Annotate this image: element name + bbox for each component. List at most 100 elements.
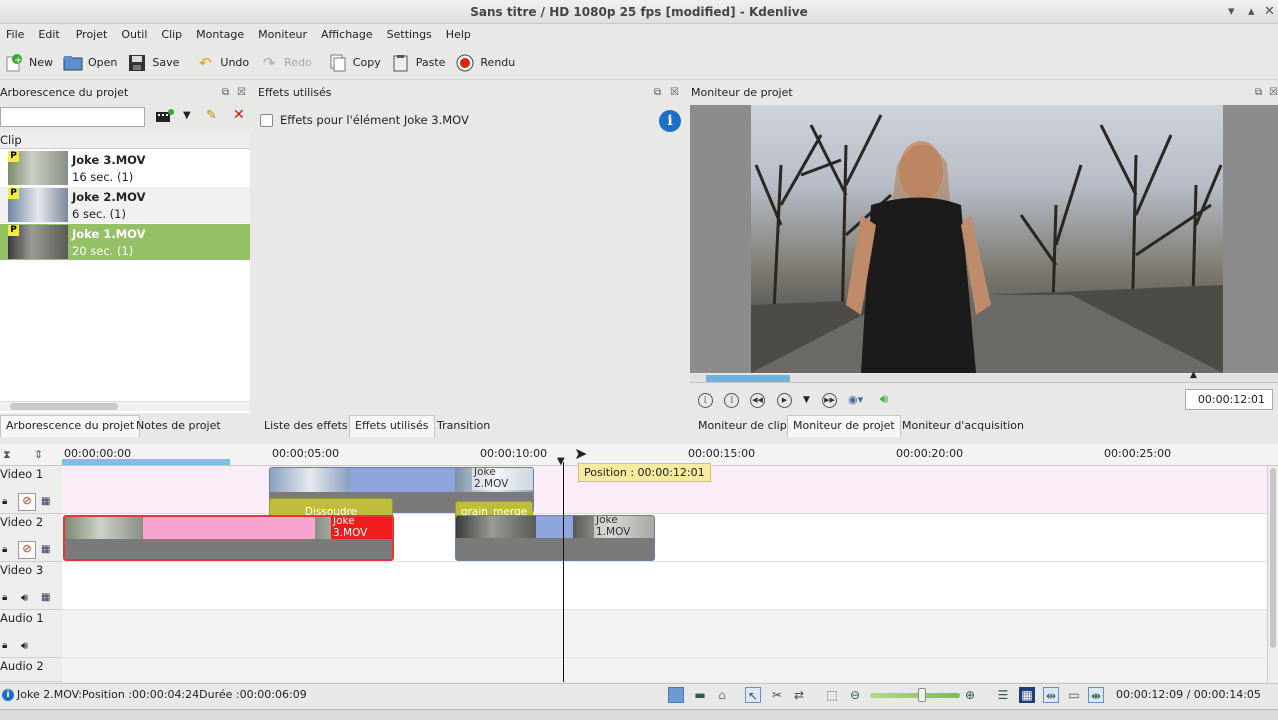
track-lane-audio-2[interactable] [62, 658, 1267, 682]
track-header-video-3[interactable]: Video 3 🔒︎ 🔊︎ ▦ [0, 562, 62, 610]
film-icon[interactable]: ▦ [41, 544, 50, 555]
dock-close-icon[interactable]: ☒ [237, 87, 246, 98]
scrollbar-thumb[interactable] [10, 403, 118, 410]
new-button[interactable]: + New [4, 48, 53, 78]
timeline-playhead[interactable] [563, 462, 564, 682]
speaker-icon[interactable]: 🔊︎ [21, 639, 28, 653]
dock-close-icon[interactable]: ☒ [670, 87, 679, 98]
monitor-timecode-field[interactable]: 00:00:12:01 [1185, 389, 1273, 410]
split-audio-icon[interactable]: ☰ [995, 687, 1011, 703]
set-zone-start-icon[interactable]: [ [698, 393, 713, 408]
horizontal-scrollbar[interactable] [0, 401, 250, 411]
razor-tool-icon[interactable]: ✂ [769, 687, 785, 703]
menu-montage[interactable]: Montage [187, 28, 249, 41]
render-button[interactable]: Rendu [455, 48, 515, 78]
edit-clip-icon[interactable]: ✎ [206, 108, 217, 123]
redo-button[interactable]: ↷ Redo [259, 48, 312, 78]
track-lane-audio-1[interactable] [62, 610, 1267, 658]
audio-thumbnails-icon[interactable]: ▬ [692, 687, 708, 703]
speaker-icon[interactable]: 🔊︎ [21, 591, 28, 605]
selection-tool-icon[interactable]: ↖ [745, 687, 761, 703]
mute-audio-icon[interactable]: ⊘ [18, 493, 36, 511]
tab-project-tree[interactable]: Arborescence du projet [0, 415, 141, 437]
spacer-tool-icon[interactable]: ⇄ [791, 687, 807, 703]
delete-clip-icon[interactable]: ✕ [233, 107, 245, 123]
track-lane-video-3[interactable] [62, 562, 1267, 610]
zoom-slider[interactable] [870, 688, 960, 702]
snap-icon[interactable]: ▦ [1019, 687, 1035, 703]
menu-outil[interactable]: Outil [112, 28, 152, 41]
track-header-video-1[interactable]: Video 1 🔒︎ ⊘ ▦ [0, 466, 62, 514]
menu-clip[interactable]: Clip [152, 28, 187, 41]
effects-checkbox[interactable] [260, 114, 273, 127]
lock-icon[interactable]: 🔒︎ [2, 496, 7, 507]
tab-used-effects[interactable]: Effets utilisés [349, 415, 435, 437]
track-header-audio-2[interactable]: Audio 2 [0, 658, 62, 682]
maximize-icon[interactable]: ▴ [1248, 0, 1255, 24]
monitor-zone-bar[interactable]: ▲ [690, 370, 1278, 383]
show-markers-icon[interactable]: ⌂ [714, 687, 730, 703]
undo-button[interactable]: ↶ Undo [195, 48, 249, 78]
paste-button[interactable]: Paste [391, 48, 445, 78]
monitor-options-icon[interactable]: ◉▾ [848, 393, 863, 406]
dock-float-icon[interactable]: ⧉ [222, 87, 229, 98]
volume-icon[interactable]: 🔊︎ [880, 392, 888, 407]
video-display[interactable] [690, 105, 1278, 373]
play-dropdown-icon[interactable]: ▼ [803, 395, 810, 405]
tab-capture-monitor[interactable]: Moniteur d'acquisition [896, 415, 1030, 437]
film-icon[interactable]: ▦ [41, 496, 50, 507]
info-icon[interactable]: i [659, 110, 681, 132]
list-item[interactable]: P Joke 1.MOV 20 sec. (1) [0, 224, 250, 260]
menu-moniteur[interactable]: Moniteur [249, 28, 312, 41]
play-icon[interactable]: ▶ [777, 393, 792, 408]
close-window-icon[interactable]: ✕ [1264, 0, 1275, 24]
save-button[interactable]: Save [127, 48, 179, 78]
expand-tracks-icon[interactable]: ⇕ [34, 448, 43, 461]
copy-button[interactable]: Copy [328, 48, 381, 78]
track-header-video-2[interactable]: Video 2 🔒︎ ⊘ ▦ [0, 514, 62, 562]
lock-icon[interactable]: 🔒︎ [2, 640, 7, 651]
dock-close-icon[interactable]: ☒ [1269, 87, 1278, 98]
mute-audio-icon[interactable]: ⊘ [18, 541, 36, 559]
forward-icon[interactable]: ▶▶ [822, 393, 837, 408]
minimize-icon[interactable]: ▾ [1228, 0, 1235, 24]
project-search-input[interactable] [0, 107, 145, 127]
playhead-marker-icon[interactable]: ▲ [1190, 370, 1197, 380]
dock-float-icon[interactable]: ⧉ [1255, 87, 1262, 98]
video-thumbnails-icon[interactable] [668, 687, 684, 703]
menu-help[interactable]: Help [437, 28, 476, 41]
timeline-clip-joke1[interactable]: Joke 1.MOV [455, 515, 655, 561]
tab-project-notes[interactable]: Notes de projet [130, 415, 227, 437]
tab-clip-monitor[interactable]: Moniteur de clip [692, 415, 793, 437]
timeline-clip-joke3[interactable]: Joke 3.MOV [63, 515, 394, 561]
track-header-audio-1[interactable]: Audio 1 🔒︎ 🔊︎ [0, 610, 62, 658]
timeline-zone-bar[interactable] [62, 459, 230, 465]
menu-projet[interactable]: Projet [65, 28, 113, 41]
open-button[interactable]: Open [63, 48, 117, 78]
menu-file[interactable]: File [0, 28, 29, 41]
clip-column-header[interactable]: Clip [0, 131, 250, 149]
zoom-slider-handle[interactable] [918, 688, 926, 702]
film-icon[interactable]: ▦ [41, 592, 50, 603]
lock-icon[interactable]: 🔒︎ [2, 544, 7, 555]
dock-float-icon[interactable]: ⧉ [654, 87, 661, 98]
collapse-tracks-icon[interactable]: ⧗ [3, 448, 11, 462]
menu-settings[interactable]: Settings [378, 28, 437, 41]
rewind-icon[interactable]: ◀◀ [750, 393, 765, 408]
add-clip-icon[interactable] [156, 109, 174, 123]
lock-icon[interactable]: 🔒︎ [2, 592, 7, 603]
timeline-vertical-scrollbar[interactable] [1267, 466, 1278, 682]
list-item[interactable]: P Joke 3.MOV 16 sec. (1) [0, 150, 250, 186]
zoom-in-icon[interactable]: ⊕ [962, 687, 978, 703]
list-item[interactable]: P Joke 2.MOV 6 sec. (1) [0, 187, 250, 223]
monitor-sync-icon[interactable]: ▭ [1066, 687, 1082, 703]
menu-edit[interactable]: Edit [29, 28, 64, 41]
tab-project-monitor[interactable]: Moniteur de projet [787, 415, 901, 437]
tab-transition[interactable]: Transition [431, 415, 496, 437]
add-clip-dropdown-icon[interactable]: ▼ [183, 110, 191, 121]
scrollbar-thumb[interactable] [1270, 468, 1276, 648]
set-zone-end-icon[interactable]: ] [724, 393, 739, 408]
zoom-out-icon[interactable]: ⊖ [847, 687, 863, 703]
tab-effects-list[interactable]: Liste des effets [258, 415, 354, 437]
fit-zoom-icon[interactable]: ⬚ [824, 687, 840, 703]
